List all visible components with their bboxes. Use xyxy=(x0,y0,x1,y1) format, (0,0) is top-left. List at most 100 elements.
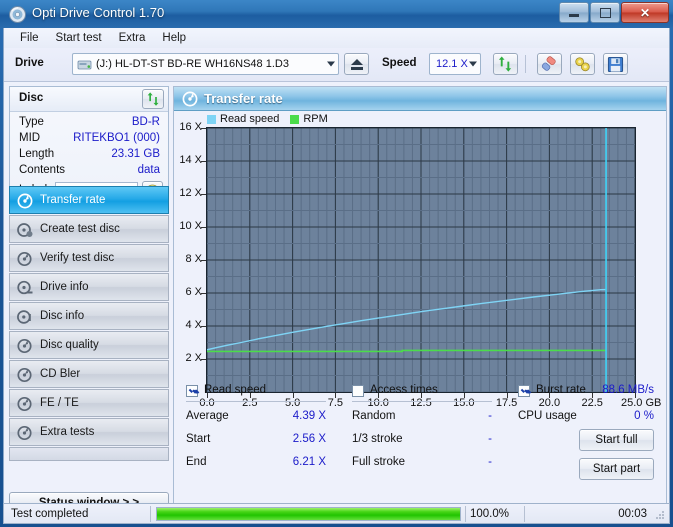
main-title: Transfer rate xyxy=(204,91,283,106)
cpu-usage-value: 0 % xyxy=(634,410,654,422)
drive-info-icon xyxy=(17,280,33,295)
y-axis-tick-label: 16 X xyxy=(179,121,202,133)
disc-row-key: Type xyxy=(19,116,44,128)
eraser-icon xyxy=(541,56,556,71)
eject-icon xyxy=(350,59,363,65)
disc-icon xyxy=(9,6,26,23)
y-axis-tick xyxy=(201,260,206,261)
start-value: 2.56 X xyxy=(292,433,326,445)
close-button[interactable]: ✕ xyxy=(621,2,669,23)
disc-info-icon xyxy=(17,310,31,324)
disc-row-type: Type BD-R xyxy=(10,116,168,133)
gear-icon xyxy=(575,57,590,72)
burst-rate-value: 88.6 MB/s xyxy=(602,384,654,396)
sidebar-item-drive-info[interactable]: Drive info xyxy=(9,273,169,301)
drive-icon xyxy=(77,60,92,70)
full-stroke-key: Full stroke xyxy=(352,456,406,468)
sidebar-item-label: CD Bler xyxy=(40,368,81,380)
disc-row-value: 23.31 GB xyxy=(111,148,160,160)
disc-row-mid: MID RITEKBO1 (000) xyxy=(10,132,168,149)
sidebar-item-label: Create test disc xyxy=(40,223,120,235)
sidebar-item-verify-test-disc[interactable]: Verify test disc xyxy=(9,244,169,272)
main-panel: Transfer rate Read speed RPM 2 X 4 X 6 X 8 … xyxy=(173,86,667,514)
start-part-button[interactable]: Start part xyxy=(579,458,654,480)
read-speed-checkbox[interactable] xyxy=(186,385,198,397)
disc-panel-header: Disc xyxy=(10,87,168,112)
sidebar-item-disc-info[interactable]: Disc info xyxy=(9,302,169,330)
eject-button[interactable] xyxy=(344,53,369,75)
refresh-drive-button[interactable] xyxy=(493,53,518,75)
disc-row-contents: Contents data xyxy=(10,164,168,181)
menu-item-extra[interactable]: Extra xyxy=(111,30,154,46)
speed-value: 12.1 X xyxy=(436,58,468,70)
maximize-button[interactable] xyxy=(590,2,620,23)
chevron-down-icon xyxy=(327,61,335,67)
burst-rate-checkbox[interactable] xyxy=(518,385,530,397)
speed-select[interactable]: 12.1 X xyxy=(429,53,481,75)
disc-row-key: MID xyxy=(19,132,41,144)
refresh-icon xyxy=(147,92,159,106)
drive-select[interactable]: (J:) HL-DT-ST BD-RE WH16NS48 1.D3 xyxy=(72,53,339,75)
sidebar-item-create-test-disc[interactable]: Create test disc xyxy=(9,215,169,243)
end-key: End xyxy=(186,456,207,468)
transfer-rate-icon xyxy=(17,193,33,209)
y-axis-tick xyxy=(201,227,206,228)
status-message: Test completed xyxy=(11,508,89,520)
sidebar-item-transfer-rate[interactable]: Transfer rate xyxy=(9,186,169,214)
sidebar-item-label: Extra tests xyxy=(40,426,95,438)
verify-disc-icon xyxy=(17,251,32,267)
save-icon xyxy=(607,56,624,73)
disc-row-value: data xyxy=(137,164,160,176)
third-stroke-value: - xyxy=(488,433,492,445)
end-value: 6.21 X xyxy=(292,456,326,468)
fe-te-icon xyxy=(17,396,32,412)
y-axis-tick xyxy=(201,359,206,360)
refresh-icon xyxy=(498,56,512,72)
chart-svg xyxy=(207,128,635,392)
save-button[interactable] xyxy=(603,53,628,75)
y-axis-tick-label: 10 X xyxy=(179,220,202,232)
extra-tests-icon xyxy=(17,425,32,441)
random-key: Random xyxy=(352,410,396,422)
y-axis-tick-label: 8 X xyxy=(185,253,202,265)
y-axis-tick xyxy=(201,128,206,129)
disc-row-length: Length 23.31 GB xyxy=(10,148,168,165)
y-axis-tick-label: 4 X xyxy=(185,319,202,331)
drive-value: (J:) HL-DT-ST BD-RE WH16NS48 1.D3 xyxy=(96,58,289,70)
menu-item-file[interactable]: File xyxy=(12,30,47,46)
y-axis-tick xyxy=(201,326,206,327)
read-speed-label: Read speed xyxy=(204,384,267,396)
create-disc-icon xyxy=(17,223,33,237)
transfer-rate-icon xyxy=(182,91,198,107)
drive-toolbar: Drive (J:) HL-DT-ST BD-RE WH16NS48 1.D3 … xyxy=(4,48,669,82)
window-controls: ✕ xyxy=(559,2,669,23)
legend-label-read-speed: Read speed xyxy=(220,113,280,125)
chart-plot[interactable] xyxy=(206,127,636,393)
settings-button[interactable] xyxy=(570,53,595,75)
menu-item-help[interactable]: Help xyxy=(154,30,194,46)
toolbar-separator xyxy=(525,55,526,73)
sidebar-item-disc-quality[interactable]: Disc quality xyxy=(9,331,169,359)
chart-legend: Read speed RPM xyxy=(207,113,335,125)
speed-label: Speed xyxy=(382,57,417,69)
sidebar-item-cd-bler[interactable]: CD Bler xyxy=(9,360,169,388)
legend-swatch-read-speed xyxy=(207,114,216,124)
sidebar-item-label: Transfer rate xyxy=(40,194,106,206)
resize-grip-icon[interactable] xyxy=(654,509,666,521)
start-full-button[interactable]: Start full xyxy=(579,429,654,451)
menu-item-start-test[interactable]: Start test xyxy=(48,30,110,46)
disc-refresh-button[interactable] xyxy=(142,89,164,109)
menu-bar: File Start test Extra Help xyxy=(4,28,669,48)
main-header: Transfer rate xyxy=(174,87,666,111)
erase-button[interactable] xyxy=(537,53,562,75)
disc-row-value: RITEKBO1 (000) xyxy=(73,132,160,144)
sidebar-item-label: FE / TE xyxy=(40,397,79,409)
sidebar-item-fe-te[interactable]: FE / TE xyxy=(9,389,169,417)
legend-swatch-rpm xyxy=(290,114,300,124)
full-stroke-value: - xyxy=(488,456,492,468)
sidebar: Disc Type BD-R MID RITEKBO1 (000) Length… xyxy=(9,86,169,514)
minimize-button[interactable] xyxy=(559,2,589,23)
sidebar-item-extra-tests[interactable]: Extra tests xyxy=(9,418,169,446)
access-times-checkbox[interactable] xyxy=(352,385,364,397)
sidebar-nav: Transfer rate Create test disc Verify te… xyxy=(9,186,169,464)
